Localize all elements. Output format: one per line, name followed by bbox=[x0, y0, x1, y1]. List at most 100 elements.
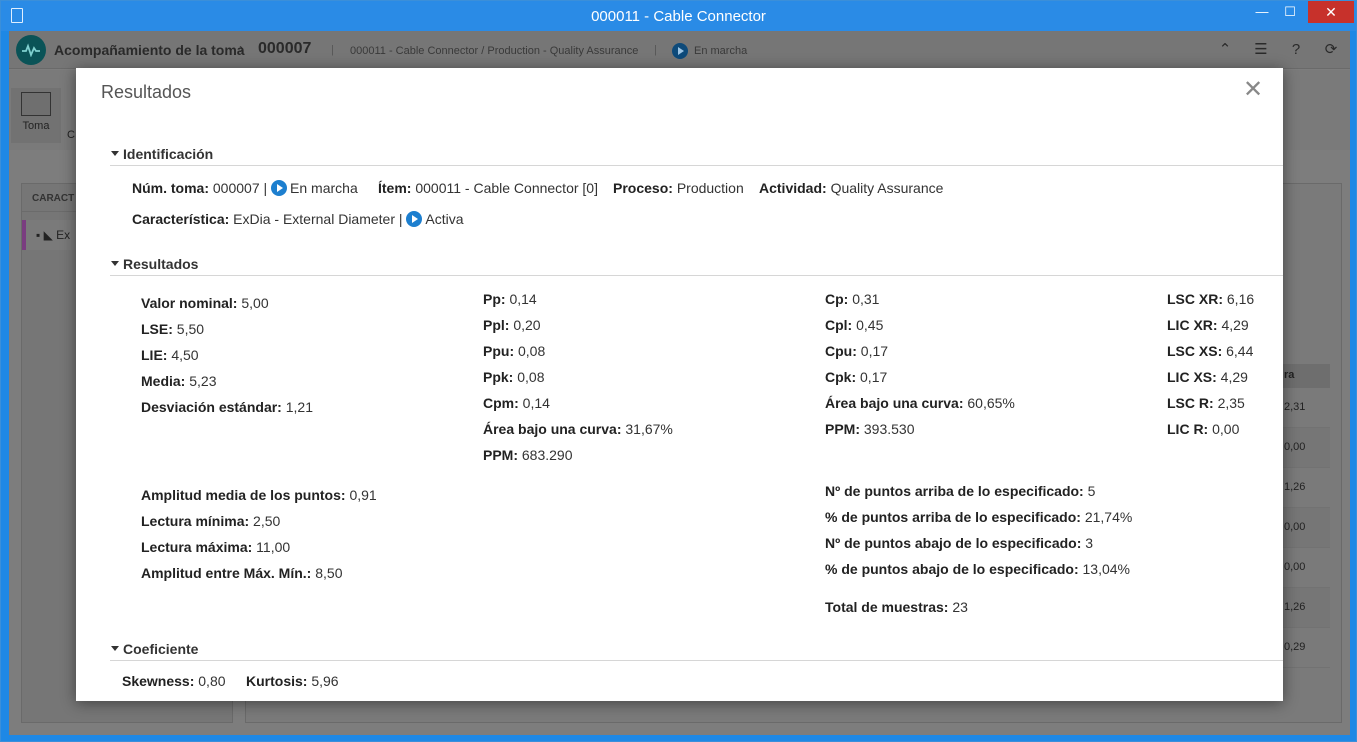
app-logo-icon[interactable] bbox=[16, 35, 46, 65]
field-label: Skewness: bbox=[122, 673, 195, 689]
result-field: PPM: 393.530 bbox=[825, 421, 915, 437]
result-field: Cpk: 0,17 bbox=[825, 369, 887, 385]
field-actividad: Actividad: Quality Assurance bbox=[759, 180, 943, 196]
field-label: Proceso: bbox=[613, 180, 673, 196]
field-label: % de puntos abajo de lo especificado: bbox=[825, 561, 1079, 577]
field-label: LSE: bbox=[141, 321, 173, 337]
field-label: Nº de puntos arriba de lo especificado: bbox=[825, 483, 1084, 499]
section-identificacion[interactable]: Identificación bbox=[110, 142, 1283, 166]
field-label: PPM: bbox=[825, 421, 860, 437]
app-window: 000011 - Cable Connector — ☐ ✕ Acompañam… bbox=[0, 0, 1357, 742]
section-coeficiente[interactable]: Coeficiente bbox=[110, 637, 1283, 661]
field-value: 393.530 bbox=[863, 421, 915, 437]
table-cell: 0,29 bbox=[1278, 628, 1330, 668]
field-label: Área bajo una curva: bbox=[825, 395, 964, 411]
field-label: % de puntos arriba de lo especificado: bbox=[825, 509, 1081, 525]
result-field: Ppu: 0,08 bbox=[483, 343, 545, 359]
table-cell: 2,31 bbox=[1278, 388, 1330, 428]
breadcrumb-record-id: 000007 bbox=[258, 40, 312, 57]
result-field: LIE: 4,50 bbox=[141, 347, 199, 363]
field-proceso: Proceso: Production bbox=[613, 180, 744, 196]
field-value: 31,67% bbox=[625, 421, 673, 437]
field-kurtosis: Kurtosis: 5,96 bbox=[246, 673, 339, 689]
field-value: 683.290 bbox=[521, 447, 573, 463]
maximize-button[interactable]: ☐ bbox=[1276, 1, 1304, 23]
field-value: 0,31 bbox=[852, 291, 880, 307]
result-field: PPM: 683.290 bbox=[483, 447, 573, 463]
field-value: 0,45 bbox=[856, 317, 884, 333]
field-label: Cpm: bbox=[483, 395, 519, 411]
minimize-button[interactable]: — bbox=[1248, 1, 1276, 23]
field-label: PPM: bbox=[483, 447, 518, 463]
breadcrumb-separator-icon: › bbox=[239, 40, 244, 57]
result-field: Cpl: 0,45 bbox=[825, 317, 883, 333]
result-field: Valor nominal: 5,00 bbox=[141, 295, 269, 311]
column-header[interactable]: ra bbox=[1278, 364, 1330, 388]
toolbar-item-label[interactable]: C bbox=[67, 129, 75, 141]
field-value: ExDia - External Diameter | bbox=[233, 211, 403, 227]
close-window-button[interactable]: ✕ bbox=[1308, 1, 1354, 23]
field-label: Ppk: bbox=[483, 369, 514, 385]
result-field: Nº de puntos arriba de lo especificado: … bbox=[825, 483, 1095, 499]
result-field: Cp: 0,31 bbox=[825, 291, 879, 307]
app-header: Acompañamiento de la toma › 000007 | 000… bbox=[9, 31, 1350, 69]
total-muestras: Total de muestras: 23 bbox=[825, 599, 968, 615]
field-value: 23 bbox=[952, 599, 968, 615]
result-field: Ppl: 0,20 bbox=[483, 317, 541, 333]
status-text: Activa bbox=[425, 211, 464, 227]
section-resultados[interactable]: Resultados bbox=[110, 252, 1283, 276]
breadcrumb-root[interactable]: Acompañamiento de la toma bbox=[54, 42, 245, 58]
caret-down-icon bbox=[111, 646, 119, 651]
result-field: Pp: 0,14 bbox=[483, 291, 537, 307]
field-value: 8,50 bbox=[315, 565, 343, 581]
list-item-label: Ex bbox=[56, 228, 71, 242]
field-value: 0,80 bbox=[198, 673, 226, 689]
field-value: 5,00 bbox=[241, 295, 269, 311]
caret-down-icon bbox=[111, 151, 119, 156]
ruler-icon: ▪ ◣ bbox=[36, 228, 57, 242]
result-field: % de puntos abajo de lo especificado: 13… bbox=[825, 561, 1130, 577]
field-label: Actividad: bbox=[759, 180, 827, 196]
help-icon[interactable]: ? bbox=[1286, 41, 1306, 59]
field-value: 4,29 bbox=[1221, 317, 1249, 333]
field-label: Núm. toma: bbox=[132, 180, 209, 196]
table-cell: 0,00 bbox=[1278, 428, 1330, 468]
result-field: Ppk: 0,08 bbox=[483, 369, 544, 385]
field-value: 0,08 bbox=[517, 369, 545, 385]
result-field: LIC R: 0,00 bbox=[1167, 421, 1239, 437]
refresh-icon[interactable]: ⟳ bbox=[1321, 41, 1341, 59]
collapse-icon[interactable]: ⌃ bbox=[1215, 41, 1235, 59]
close-icon[interactable]: ✕ bbox=[1241, 78, 1265, 102]
field-value: 0,17 bbox=[860, 343, 889, 359]
table-cell: 1,26 bbox=[1278, 588, 1330, 628]
breadcrumb-path: 000011 - Cable Connector / Production - … bbox=[350, 45, 639, 57]
result-field: Media: 5,23 bbox=[141, 373, 216, 389]
window-title: 000011 - Cable Connector bbox=[591, 8, 766, 25]
field-label: LIC XR: bbox=[1167, 317, 1218, 333]
header-status: En marcha bbox=[694, 45, 748, 57]
field-label: LSC XS: bbox=[1167, 343, 1223, 359]
field-label: Ítem: bbox=[378, 180, 412, 196]
field-label: Ppl: bbox=[483, 317, 510, 333]
field-value: Quality Assurance bbox=[830, 180, 944, 196]
field-caracteristica: Característica: ExDia - External Diamete… bbox=[132, 211, 464, 227]
section-title: Identificación bbox=[123, 146, 214, 162]
field-value: 0,00 bbox=[1212, 421, 1240, 437]
result-field: Cpm: 0,14 bbox=[483, 395, 550, 411]
field-value: 0,14 bbox=[522, 395, 550, 411]
toma-button[interactable]: Toma bbox=[11, 88, 61, 143]
field-value: 6,16 bbox=[1226, 291, 1255, 307]
result-field: LSC XR: 6,16 bbox=[1167, 291, 1254, 307]
field-label: LIE: bbox=[141, 347, 168, 363]
caret-down-icon bbox=[111, 261, 119, 266]
result-field: LSC XS: 6,44 bbox=[1167, 343, 1253, 359]
divider: | bbox=[331, 44, 334, 56]
list-icon[interactable]: ☰ bbox=[1251, 41, 1271, 59]
field-item: Ítem: 000011 - Cable Connector [0] bbox=[378, 180, 598, 196]
field-value: 11,00 bbox=[256, 539, 291, 555]
field-value: 4,29 bbox=[1220, 369, 1248, 385]
field-value: 3 bbox=[1085, 535, 1094, 551]
result-field: LIC XR: 4,29 bbox=[1167, 317, 1249, 333]
field-label: Cpl: bbox=[825, 317, 853, 333]
field-value: 5,50 bbox=[176, 321, 205, 337]
